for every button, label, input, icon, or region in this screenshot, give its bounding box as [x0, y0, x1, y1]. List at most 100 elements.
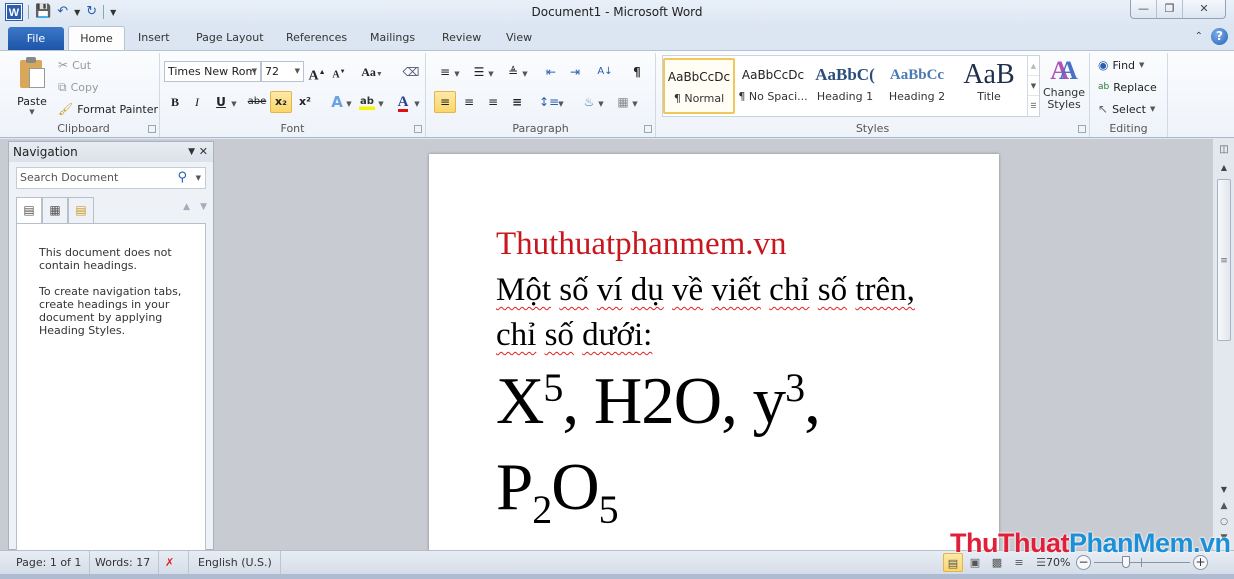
cut-button[interactable]: ✂ Cut: [58, 55, 91, 75]
font-size-combo[interactable]: 72 ▼: [261, 61, 304, 82]
style-heading-2[interactable]: AaBbCc Heading 2: [881, 58, 953, 114]
shrink-font-button[interactable]: A▼: [328, 61, 350, 83]
tab-home[interactable]: Home: [68, 26, 125, 50]
scrollbar-thumb[interactable]: ≡: [1217, 179, 1231, 341]
decrease-indent-button[interactable]: ⇤: [540, 61, 562, 83]
show-formatting-button[interactable]: ¶: [626, 61, 648, 83]
paste-button[interactable]: Paste ▼: [14, 57, 50, 116]
find-button[interactable]: ◉ Find ▼: [1098, 55, 1144, 75]
search-options-dropdown-icon[interactable]: ▼: [196, 168, 201, 188]
copy-button[interactable]: ⧉ Copy: [58, 77, 98, 97]
sort-button[interactable]: A↓: [594, 61, 616, 83]
borders-dropdown-icon[interactable]: ▼: [630, 91, 640, 113]
paint-bucket-icon: ♨: [583, 95, 595, 109]
document-page[interactable]: Thuthuatphanmem.vn Một số ví dụ về viết …: [429, 154, 999, 554]
next-heading-icon[interactable]: ▼: [200, 202, 207, 212]
replace-button[interactable]: ab Replace: [1098, 77, 1157, 97]
zoom-slider-track[interactable]: [1094, 562, 1190, 563]
paste-dropdown-icon[interactable]: ▼: [14, 108, 50, 116]
clear-formatting-button[interactable]: ⌫: [400, 61, 422, 83]
pane-options-icon[interactable]: ▼: [188, 142, 195, 162]
search-icon[interactable]: ⚲: [177, 168, 187, 188]
gallery-scroll-down[interactable]: ▼: [1028, 76, 1039, 96]
shading-dropdown-icon[interactable]: ▼: [596, 91, 606, 113]
style-normal[interactable]: AaBbCcDc ¶ Normal: [663, 58, 735, 114]
proofing-icon[interactable]: ✗: [157, 551, 189, 574]
highlight-dropdown-icon[interactable]: ▼: [376, 91, 386, 113]
grow-font-button[interactable]: A▲: [306, 61, 328, 84]
font-name-combo[interactable]: Times New Rom ▼: [164, 61, 261, 82]
font-color-button[interactable]: A: [392, 91, 414, 113]
tab-file[interactable]: File: [8, 27, 64, 50]
style-title[interactable]: AaB Title: [953, 58, 1025, 114]
font-color-dropdown-icon[interactable]: ▼: [412, 91, 422, 113]
change-case-button[interactable]: Aa▼: [358, 61, 386, 83]
view-ruler-icon[interactable]: ◫: [1216, 144, 1232, 160]
style-heading-1[interactable]: AaBbC( Heading 1: [809, 58, 881, 114]
close-button[interactable]: ✕: [1183, 0, 1225, 18]
change-styles-button[interactable]: AA Change Styles: [1040, 55, 1088, 111]
styles-dialog-launcher[interactable]: [1078, 125, 1086, 133]
text-effects-dropdown-icon[interactable]: ▼: [344, 91, 354, 113]
page-count[interactable]: Page: 1 of 1: [8, 551, 91, 574]
clipboard-group-label: Clipboard: [57, 122, 110, 135]
style-sample: AaBbCc: [889, 67, 945, 83]
help-icon[interactable]: ?: [1211, 28, 1228, 45]
close-pane-icon[interactable]: ✕: [199, 142, 208, 162]
highlight-button[interactable]: ab: [356, 91, 378, 113]
align-left-button[interactable]: ≡: [434, 91, 456, 113]
multilevel-dropdown-icon[interactable]: ▼: [520, 61, 530, 83]
gallery-scroll-up[interactable]: ▲: [1028, 56, 1039, 76]
bullets-dropdown-icon[interactable]: ▼: [452, 61, 462, 83]
select-button[interactable]: ↖ Select ▼: [1098, 99, 1155, 119]
italic-button[interactable]: I: [186, 91, 208, 113]
underline-dropdown-icon[interactable]: ▼: [228, 91, 240, 113]
clipboard-dialog-launcher[interactable]: [148, 125, 156, 133]
format-painter-button[interactable]: 🖌 Format Painter: [58, 99, 158, 119]
document-content[interactable]: Thuthuatphanmem.vn Một số ví dụ về viết …: [496, 224, 966, 530]
justify-button[interactable]: ≡: [506, 91, 528, 113]
vertical-scrollbar[interactable]: ◫ ▲ ≡ ▼ ▲ ○ ▼: [1212, 139, 1234, 550]
align-center-button[interactable]: ≡: [458, 91, 480, 113]
scroll-up-icon[interactable]: ▲: [1213, 163, 1234, 172]
language-indicator[interactable]: English (U.S.): [190, 551, 281, 574]
style-no-spacing[interactable]: AaBbCcDc ¶ No Spaci...: [737, 58, 809, 114]
bold-button[interactable]: B: [164, 91, 186, 113]
tab-page-layout[interactable]: Page Layout: [184, 26, 276, 50]
font-dialog-launcher[interactable]: [414, 125, 422, 133]
subscript-button[interactable]: x₂: [270, 91, 292, 113]
pilcrow-icon: ¶: [633, 65, 641, 79]
tab-review[interactable]: Review: [430, 26, 493, 50]
increase-indent-button[interactable]: ⇥: [564, 61, 586, 83]
line-spacing-dropdown-icon[interactable]: ▼: [556, 91, 566, 113]
numbering-dropdown-icon[interactable]: ▼: [486, 61, 496, 83]
browse-results-tab[interactable]: ▤: [68, 197, 94, 223]
tab-insert[interactable]: Insert: [126, 26, 182, 50]
formula-o: O: [551, 450, 599, 524]
minimize-button[interactable]: —: [1131, 0, 1157, 18]
navigation-tabs: ▤ ▦ ▤: [16, 197, 94, 224]
document-word: dụ: [630, 272, 664, 308]
ribbon: Paste ▼ ✂ Cut ⧉ Copy 🖌 Format Painter Cl…: [0, 50, 1234, 138]
restore-button[interactable]: ❐: [1157, 0, 1183, 18]
select-browse-object-icon[interactable]: ○: [1213, 517, 1234, 527]
font-color-icon: A: [397, 94, 409, 112]
gallery-more[interactable]: ☰: [1028, 96, 1039, 116]
align-right-button[interactable]: ≡: [482, 91, 504, 113]
superscript-button[interactable]: x²: [294, 91, 316, 113]
tab-mailings[interactable]: Mailings: [358, 26, 427, 50]
strikethrough-button[interactable]: abe: [244, 91, 270, 113]
browse-headings-tab[interactable]: ▤: [16, 197, 42, 224]
scroll-down-icon[interactable]: ▼: [1213, 485, 1234, 494]
previous-page-icon[interactable]: ▲: [1213, 501, 1234, 511]
previous-heading-icon[interactable]: ▲: [183, 202, 190, 212]
search-document-input[interactable]: Search Document ⚲ ▼: [16, 167, 206, 189]
tab-references[interactable]: References: [274, 26, 359, 50]
browse-pages-tab[interactable]: ▦: [42, 197, 68, 223]
paragraph-dialog-launcher[interactable]: [644, 125, 652, 133]
word-count[interactable]: Words: 17: [87, 551, 160, 574]
font-name-dropdown-icon[interactable]: ▼: [252, 62, 257, 81]
tab-view[interactable]: View: [494, 26, 544, 50]
font-size-dropdown-icon[interactable]: ▼: [295, 62, 300, 81]
minimize-ribbon-icon[interactable]: ⌃: [1195, 31, 1203, 42]
